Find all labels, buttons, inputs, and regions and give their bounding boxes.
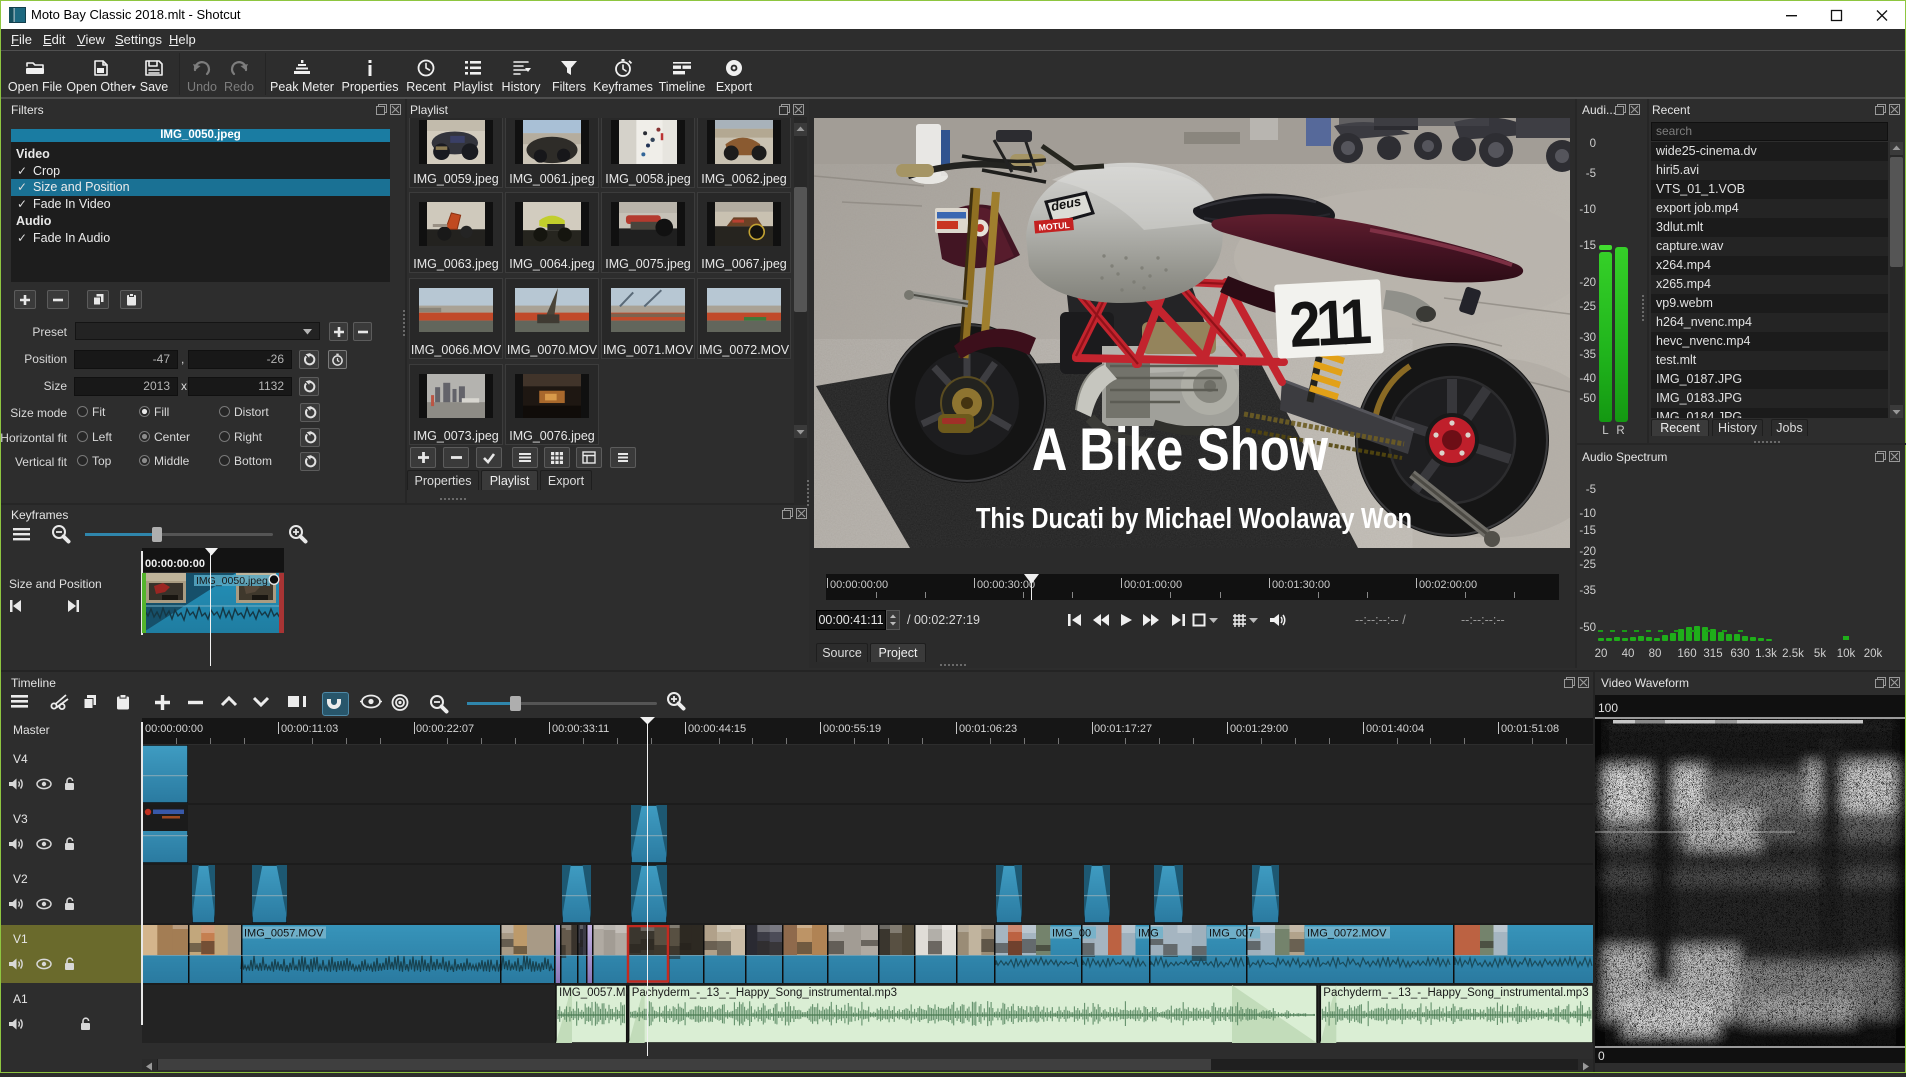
- svg-text:A Bike Show: A Bike Show: [1032, 415, 1328, 483]
- svg-text:Pachyderm_-_13_-_Happy_Song_in: Pachyderm_-_13_-_Happy_Song_instrumental…: [1323, 987, 1588, 999]
- svg-text:IMG_0057.MOV: IMG_0057.MOV: [244, 927, 324, 939]
- svg-text:211: 211: [1288, 285, 1372, 361]
- svg-text:IMG_0057.MO: IMG_0057.MO: [559, 987, 634, 999]
- svg-text:IMG_0050.jpeg: IMG_0050.jpeg: [196, 575, 268, 587]
- svg-text:Pachyderm_-_13_-_Happy_Song_in: Pachyderm_-_13_-_Happy_Song_instrumental…: [632, 987, 897, 999]
- svg-text:IMG_00: IMG_00: [1052, 927, 1091, 939]
- svg-text:IMG: IMG: [1138, 927, 1159, 939]
- svg-text:IMG_0072.MOV: IMG_0072.MOV: [1307, 927, 1387, 939]
- svg-text:This Ducati by Michael Woolawa: This Ducati by Michael Woolaway Won: [976, 502, 1412, 535]
